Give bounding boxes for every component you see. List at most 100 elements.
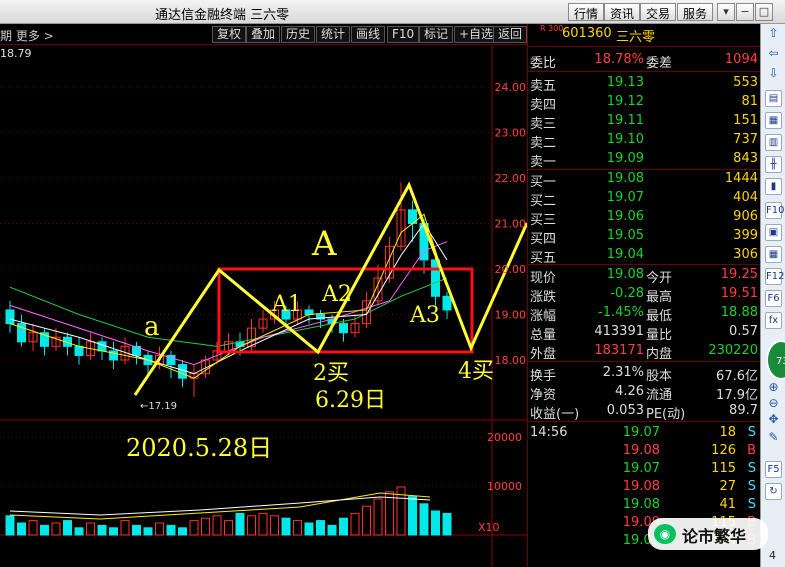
ask-volume: 737 xyxy=(733,132,758,147)
candle-body xyxy=(339,323,348,334)
volume-bar xyxy=(74,527,84,536)
label-a-small: a xyxy=(144,312,160,342)
volume-bar xyxy=(419,503,429,536)
tick-volume: 115 xyxy=(711,461,736,476)
bid-row[interactable]: 买五 19.04 306 xyxy=(528,246,761,266)
stat-label: 内盘 xyxy=(646,347,673,362)
bid-row[interactable]: 买二 19.07 404 xyxy=(528,189,761,209)
bid-row[interactable]: 买一 19.08 1444 xyxy=(528,170,761,190)
bid-label: 买一 xyxy=(530,175,557,190)
volume-bar xyxy=(431,510,440,536)
volume-tick: 10000 xyxy=(487,480,522,493)
volume-bar xyxy=(408,496,417,536)
volume-bar xyxy=(51,522,61,536)
grid-icon[interactable]: ▦ xyxy=(765,112,782,129)
ask-row[interactable]: 卖一 19.09 843 xyxy=(528,150,761,170)
volume-bar xyxy=(235,512,245,536)
market-button[interactable]: 行情 xyxy=(568,3,605,21)
add-watchlist-button[interactable]: +自选 xyxy=(454,26,499,43)
tick-price: 19.08 xyxy=(622,479,660,494)
tick-side: B xyxy=(747,443,756,458)
chart-icon[interactable]: ▥ xyxy=(765,134,782,151)
volume-bar xyxy=(442,512,452,536)
f5-icon[interactable]: F5 xyxy=(765,461,782,478)
fund-row: 净资 4.26 流通 17.9亿 xyxy=(528,383,761,403)
volume-tick: 20000 xyxy=(487,431,522,444)
f12-icon[interactable]: F12 xyxy=(765,268,784,285)
volume-bar xyxy=(327,524,337,536)
arrow-up-icon[interactable]: ⇧ xyxy=(765,26,782,43)
function-icon[interactable]: fx xyxy=(765,312,782,329)
tick-volume: 126 xyxy=(711,443,736,458)
window-title: 通达信金融终端 三六零 xyxy=(155,8,290,23)
f10-button[interactable]: F10 xyxy=(387,26,420,43)
price-tick: 24.00 xyxy=(495,81,527,94)
code-prefix: R 300 xyxy=(540,24,564,33)
fund-label: PE(动) xyxy=(646,407,686,422)
right-toolbar: ⇧ ⇦ ⇩ ▤ ▦ ▥ ╫ ▮ F10 ▣ ▦ F12 F6 fx ⊕ ⊖ ✥ … xyxy=(760,24,785,567)
trade-button[interactable]: 交易 xyxy=(640,3,677,21)
volume-bar xyxy=(120,520,130,536)
f6-icon[interactable]: F6 xyxy=(765,290,782,307)
bid-volume: 404 xyxy=(733,190,758,205)
drawline-button[interactable]: 画线 xyxy=(351,26,386,43)
tick-side: S xyxy=(747,461,756,476)
doc-icon[interactable]: ▣ xyxy=(765,224,782,241)
overlay-button[interactable]: 叠加 xyxy=(246,26,281,43)
news-button[interactable]: 资讯 xyxy=(604,3,641,21)
history-button[interactable]: 历史 xyxy=(281,26,316,43)
volume-bar xyxy=(350,512,360,536)
candle-body xyxy=(74,345,84,356)
refresh-icon[interactable]: ↻ xyxy=(765,483,782,500)
maximize-icon[interactable]: □ xyxy=(755,3,773,21)
more-menu[interactable]: 期 更多 > xyxy=(0,27,54,44)
fuquan-button[interactable]: 复权 xyxy=(212,26,247,43)
back-button[interactable]: 返回 xyxy=(493,26,527,43)
volume-unit: X10 xyxy=(478,521,500,534)
volume-bar xyxy=(224,520,233,536)
fund-value: 17.9亿 xyxy=(716,388,758,403)
f10-icon[interactable]: F10 xyxy=(765,202,784,219)
zoom-in-icon[interactable]: ⊕ xyxy=(765,380,782,397)
ask-row[interactable]: 卖四 19.12 81 xyxy=(528,93,761,113)
arrow-down-icon[interactable]: ⇩ xyxy=(765,66,782,83)
stock-header: R 300 601360 三六零 xyxy=(528,24,761,45)
fund-value: 4.26 xyxy=(615,384,644,399)
candle-body xyxy=(5,309,15,325)
service-button[interactable]: 服务 xyxy=(677,3,714,21)
minimize-icon[interactable]: − xyxy=(736,3,754,21)
stats-button[interactable]: 统计 xyxy=(316,26,351,43)
bars-icon[interactable]: ▮ xyxy=(765,178,782,195)
ask-row[interactable]: 卖二 19.10 737 xyxy=(528,131,761,151)
bid-price: 19.08 xyxy=(606,171,644,186)
stat-value: -0.28 xyxy=(610,286,644,301)
bid-row[interactable]: 买三 19.06 906 xyxy=(528,208,761,228)
ask-price: 19.10 xyxy=(606,132,644,147)
table-icon[interactable]: ▦ xyxy=(765,246,782,263)
ask-label: 卖一 xyxy=(530,155,557,170)
side-number-1: 4 xyxy=(769,549,776,562)
label-buy4: 4买 xyxy=(458,359,494,384)
tick-price: 19.08 xyxy=(622,443,660,458)
ask-row[interactable]: 卖三 19.11 151 xyxy=(528,112,761,132)
pen-icon[interactable]: ✎ xyxy=(765,430,782,447)
ask-row[interactable]: 卖五 19.13 553 xyxy=(528,74,761,94)
ask-volume: 843 xyxy=(733,151,758,166)
volume-bar xyxy=(40,524,49,536)
volume-bar xyxy=(132,524,141,536)
kline-chart[interactable]: a A A1 A2 A3 2买 4买 6.29日 2020.5.28日 24.00 23.00 22… xyxy=(0,45,527,567)
ask-price: 19.12 xyxy=(606,94,644,109)
arrow-left-icon[interactable]: ⇦ xyxy=(765,46,782,63)
stat-label: 涨跌 xyxy=(530,290,557,305)
mark-button[interactable]: 标记 xyxy=(419,26,454,43)
kline-icon[interactable]: ╫ xyxy=(765,156,782,173)
move-icon[interactable]: ✥ xyxy=(765,412,782,429)
dropdown-icon[interactable]: ▾ xyxy=(717,3,735,21)
bid-row[interactable]: 买四 19.05 399 xyxy=(528,227,761,247)
bid-label: 买四 xyxy=(530,232,557,247)
volume-bar xyxy=(143,527,153,536)
report-icon[interactable]: ▤ xyxy=(765,90,782,107)
fund-label: 收益(一) xyxy=(530,407,580,422)
quote-panel: R 300 601360 三六零 委比 18.78% 委差 1094 卖五 19.… xyxy=(527,24,761,567)
zoom-out-icon[interactable]: ⊖ xyxy=(765,396,782,413)
